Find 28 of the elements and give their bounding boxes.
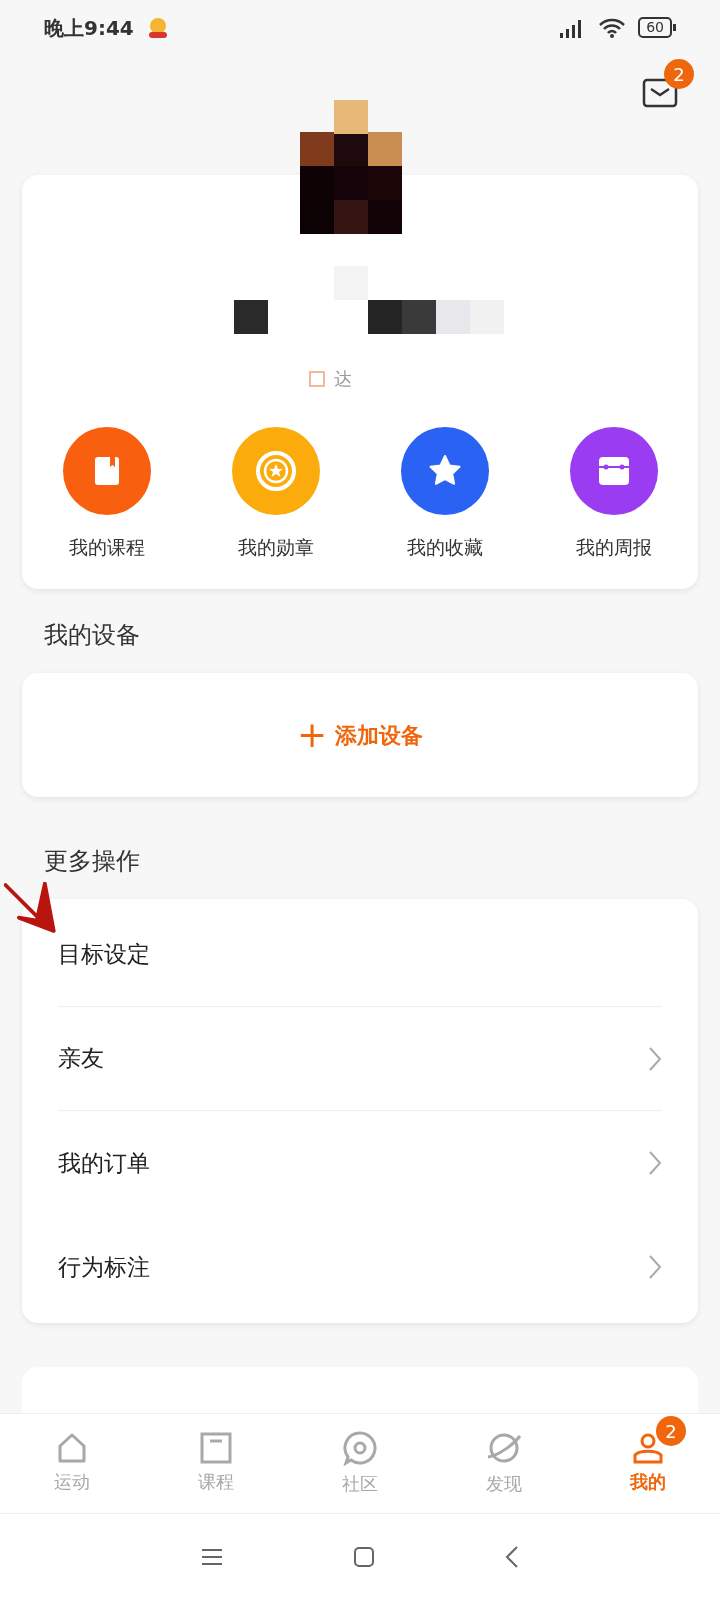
message-badge: 2 (664, 59, 694, 89)
settings-item[interactable]: 我的订单 (58, 1145, 150, 1181)
shortcut-button[interactable]: 我的周报 (529, 426, 698, 561)
tab-badge: 2 (656, 1416, 686, 1446)
status-time: 晚上9:44 (44, 14, 134, 42)
battery-indicator: 60 (638, 17, 676, 38)
person-icon (632, 1432, 664, 1464)
achievement-icon (308, 369, 326, 388)
home-button-icon[interactable] (353, 1546, 375, 1568)
settings-item[interactable]: 目标设定 (58, 937, 150, 972)
wifi-icon (598, 16, 627, 39)
book-icon (200, 1432, 232, 1464)
shortcut-button[interactable]: 我的勋章 (191, 426, 360, 561)
shortcut-button[interactable]: 我的课程 (22, 426, 191, 561)
back-icon[interactable] (505, 1545, 519, 1569)
settings-item[interactable]: 行为标注 (58, 1249, 150, 1285)
chat-icon (342, 1430, 378, 1466)
chevron-right-icon (648, 1150, 662, 1176)
achievement-tag: 达 (334, 365, 352, 392)
shortcut-button[interactable]: 我的收藏 (360, 426, 529, 561)
home-icon (56, 1432, 88, 1464)
section-title: 我的设备 (43, 620, 141, 651)
settings-item[interactable]: 亲友 (58, 1041, 104, 1076)
chevron-right-icon (648, 1045, 662, 1072)
section-title: 更多操作 (43, 846, 141, 877)
menu-icon[interactable] (201, 1548, 223, 1566)
annotation-arrow (4, 882, 56, 934)
chevron-right-icon (648, 1254, 662, 1280)
